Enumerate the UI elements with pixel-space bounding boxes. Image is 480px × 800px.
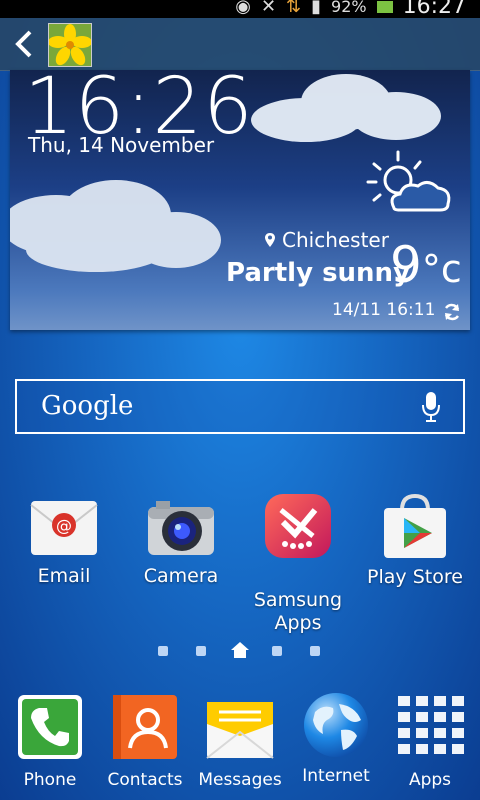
app-label: Email: [37, 565, 91, 587]
email-icon: @: [30, 501, 98, 555]
signal-icon: ▮: [311, 0, 322, 17]
google-search-bar[interactable]: Google: [15, 379, 465, 434]
messages-icon: [206, 702, 274, 759]
dock-internet[interactable]: Internet: [288, 693, 384, 786]
page-dot[interactable]: [158, 646, 168, 656]
status-time: 16:27: [402, 0, 466, 19]
google-label: Google: [41, 391, 134, 421]
location-name: Chichester: [282, 228, 389, 252]
dock-apps[interactable]: Apps: [382, 694, 478, 790]
page-dot[interactable]: [272, 646, 282, 656]
apps-grid-icon: [398, 696, 464, 754]
globe-icon: [304, 693, 368, 757]
dock-label: Internet: [302, 766, 370, 786]
app-play-store[interactable]: Play Store: [360, 493, 470, 589]
refresh-icon[interactable]: [442, 302, 462, 322]
clock-date: Thu, 14 November: [28, 133, 215, 157]
status-bar: ◉ ✕ ⇅ ▮ 92% 16:27: [0, 0, 480, 19]
play-store-icon: [384, 493, 446, 558]
phone-icon: [18, 695, 82, 759]
eye-icon: ◉: [235, 0, 251, 17]
dock-contacts[interactable]: Contacts: [97, 694, 193, 790]
weather-clock-widget[interactable]: 16:26 Thu, 14 November Chichester Partly…: [10, 70, 470, 330]
dock-label: Messages: [198, 770, 282, 790]
dock-label: Contacts: [107, 770, 183, 790]
status-icons: ◉ ✕ ⇅ ▮ 92% 16:27: [235, 0, 466, 19]
svg-text:@: @: [56, 516, 72, 535]
temperature-unit: °c: [421, 247, 462, 291]
back-arrow-icon[interactable]: [10, 26, 38, 62]
app-email[interactable]: @ Email: [9, 497, 119, 588]
home-page-indicator-icon[interactable]: [230, 641, 250, 659]
battery-percent: 92%: [331, 0, 367, 16]
wallpaper-thumbnail[interactable]: [48, 23, 92, 67]
microphone-icon[interactable]: [421, 391, 441, 423]
flower-icon: [48, 24, 92, 66]
app-label: Camera: [143, 565, 219, 587]
cloud-top-right: [251, 74, 441, 142]
app-label: Samsung Apps: [243, 566, 353, 635]
dock-phone[interactable]: Phone: [2, 694, 98, 790]
action-bar: [0, 18, 480, 71]
page-dot[interactable]: [196, 646, 206, 656]
app-samsung-apps[interactable]: Samsung Apps: [243, 492, 353, 635]
weather-updated-time: 14/11 16:11: [332, 300, 436, 320]
location-pin-icon: [265, 233, 275, 247]
dock-label: Apps: [408, 770, 452, 790]
page-dot[interactable]: [310, 646, 320, 656]
app-camera[interactable]: Camera: [126, 497, 236, 588]
weather-condition: Partly sunny: [226, 258, 411, 288]
battery-icon: [376, 0, 393, 13]
weather-location: Chichester: [264, 228, 389, 252]
app-label: Play Store: [367, 566, 463, 588]
camera-icon: [148, 501, 214, 555]
app-label-text: Samsung Apps: [253, 589, 343, 634]
mute-icon: ✕: [260, 0, 277, 17]
dock-label: Phone: [23, 770, 77, 790]
temperature-value: 9: [390, 236, 422, 294]
weather-temperature: 9°c: [390, 236, 462, 294]
data-transfer-icon: ⇅: [286, 0, 302, 17]
contacts-icon: [113, 695, 177, 759]
dock-messages[interactable]: Messages: [192, 694, 288, 790]
samsung-apps-icon: [265, 494, 331, 558]
partly-sunny-icon: [366, 150, 451, 212]
cloud-left: [10, 180, 221, 272]
